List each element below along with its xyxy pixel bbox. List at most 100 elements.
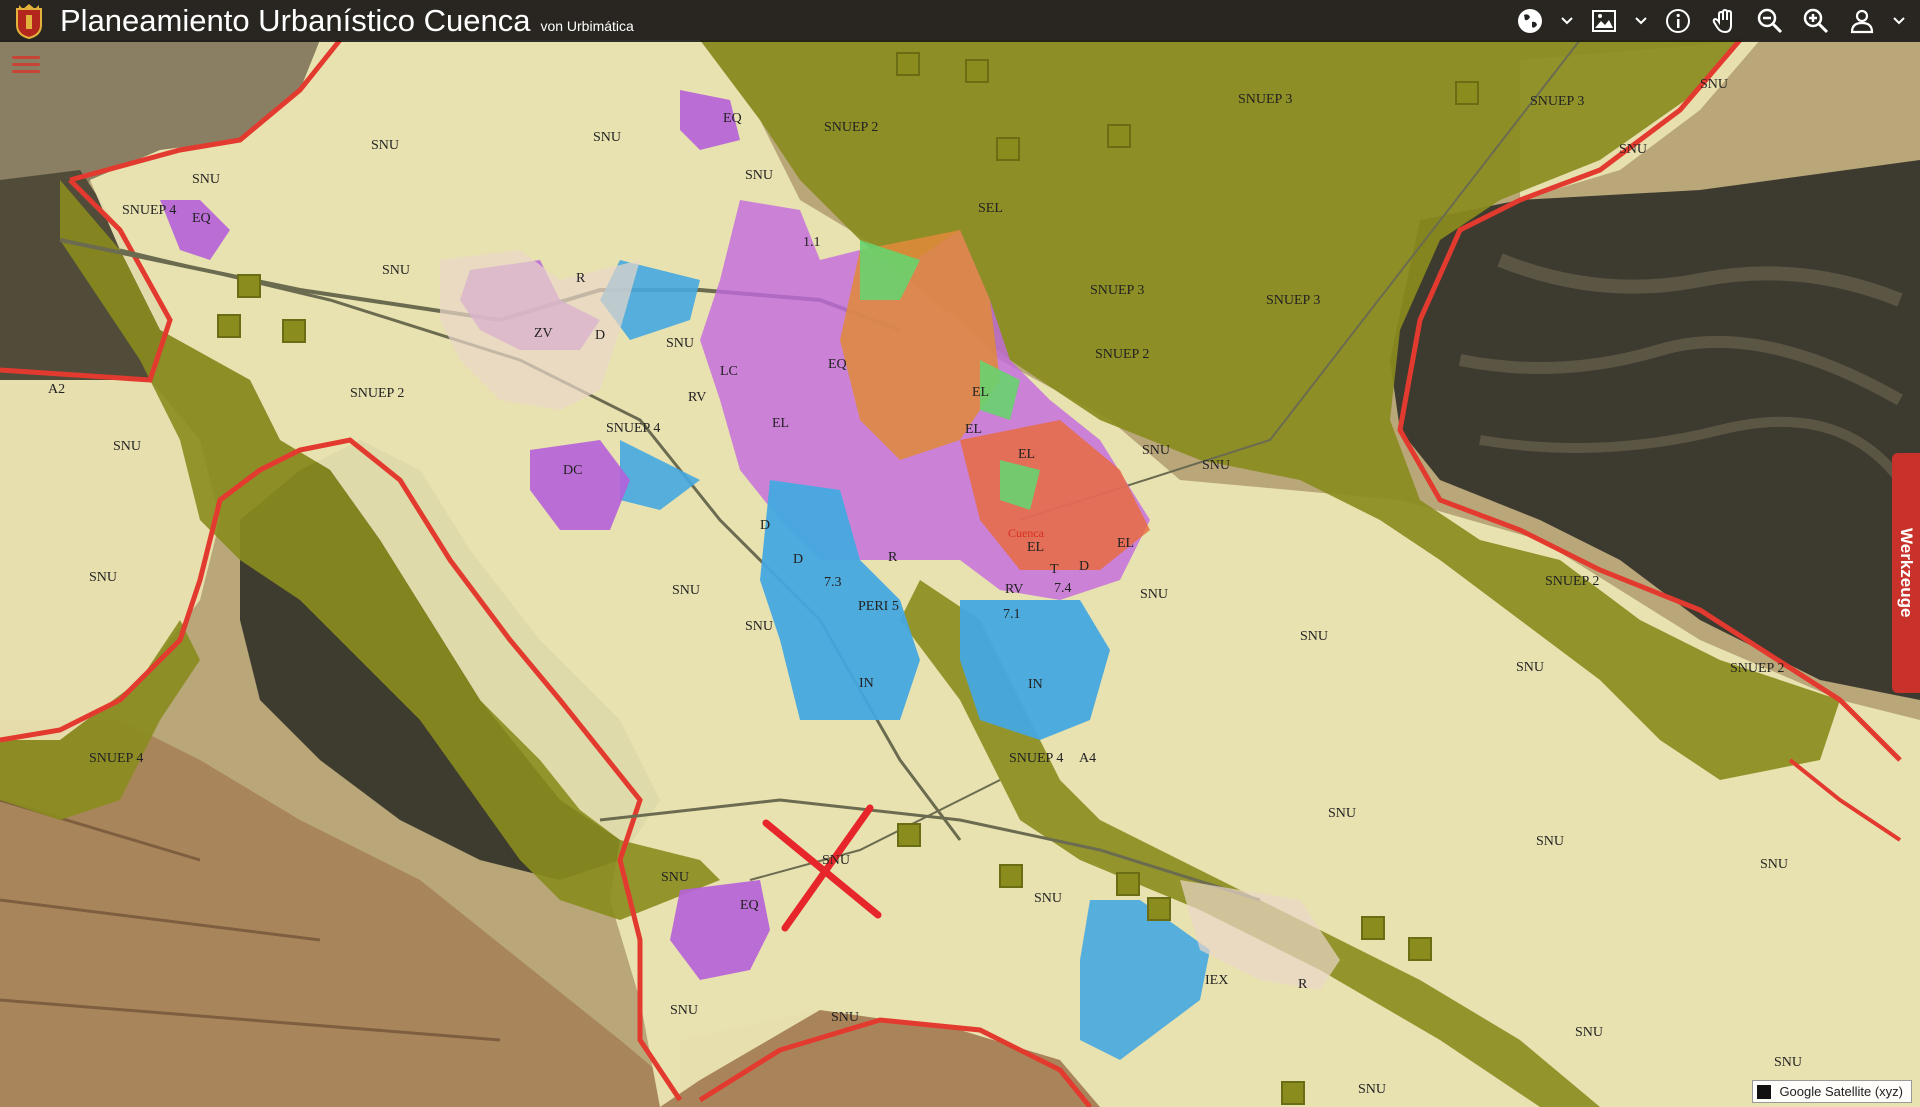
map-label-1-1: 1.1 (803, 235, 821, 250)
map-label-eq: EQ (192, 211, 211, 226)
map-label-r: R (1298, 977, 1308, 992)
plot-marker (896, 52, 920, 76)
map-label-eq: EQ (740, 898, 759, 913)
toolbar (1510, 0, 1910, 42)
map-label-el: EL (1027, 540, 1044, 555)
map-label-snu: SNU (1034, 891, 1062, 906)
map-label-city: Cuenca (1008, 526, 1045, 540)
map-label-snuep2: SNUEP 2 (1095, 347, 1149, 362)
map-label-snu: SNU (666, 336, 694, 351)
plot-marker (217, 314, 241, 338)
werkzeuge-label: Werkzeuge (1897, 528, 1916, 618)
user-icon[interactable] (1842, 3, 1882, 39)
map-label-snuep4: SNUEP 4 (606, 421, 660, 436)
map-label-snu: SNU (89, 570, 117, 585)
map-label-eq: EQ (723, 111, 742, 126)
map-label-snuep4: SNUEP 4 (122, 203, 176, 218)
map-label-t: T (1050, 562, 1059, 577)
plot-marker (996, 137, 1020, 161)
app-subtitle: von Urbimática (540, 18, 634, 34)
globe-icon[interactable] (1510, 3, 1550, 39)
zoom-in-icon[interactable] (1796, 3, 1836, 39)
map-label-snuep2: SNUEP 2 (1545, 574, 1599, 589)
plot-marker (965, 59, 989, 83)
map-label-el: EL (965, 422, 982, 437)
map-label-snu: SNU (113, 439, 141, 454)
chevron-down-icon[interactable] (1888, 3, 1910, 39)
map-label-snu: SNU (1140, 587, 1168, 602)
map-label-snu: SNU (670, 1003, 698, 1018)
map-label-snuep3: SNUEP 3 (1090, 283, 1144, 298)
map-label-snu: SNU (1202, 458, 1230, 473)
map-label-d: D (793, 552, 803, 567)
map-label-snuep2: SNUEP 2 (1730, 661, 1784, 676)
map-label-el: EL (972, 385, 989, 400)
map-label-lc: LC (720, 364, 738, 379)
map-label-el: EL (1117, 536, 1134, 551)
layer-attribution[interactable]: Google Satellite (xyz) (1752, 1080, 1912, 1103)
map-label-snuep4: SNUEP 4 (89, 751, 143, 766)
map-label-snu: SNU (745, 168, 773, 183)
menu-icon[interactable] (12, 52, 40, 76)
werkzeuge-side-tab[interactable]: Werkzeuge (1892, 453, 1920, 693)
map-label-zv: ZV (534, 326, 553, 341)
plot-marker (1361, 916, 1385, 940)
chevron-down-icon[interactable] (1556, 3, 1578, 39)
city-logo (12, 3, 46, 39)
map-label-7-1: 7.1 (1003, 607, 1021, 622)
map-label-snu: SNU (593, 130, 621, 145)
map-label-dc: DC (563, 463, 582, 478)
map-label-a4: A4 (1079, 751, 1096, 766)
map-label-snu: SNU (1328, 806, 1356, 821)
map-label-snu: SNU (192, 172, 220, 187)
pan-hand-icon[interactable] (1704, 3, 1744, 39)
plot-marker (1281, 1081, 1305, 1105)
zoom-out-icon[interactable] (1750, 3, 1790, 39)
map-label-r: R (576, 271, 586, 286)
industrial-zone-in-2 (960, 600, 1110, 740)
map-label-snu: SNU (1358, 1082, 1386, 1097)
plot-marker (237, 274, 261, 298)
map-label-el: EL (772, 416, 789, 431)
map-label-snuep2: SNUEP 2 (350, 386, 404, 401)
map-label-snu: SNU (1774, 1055, 1802, 1070)
map-label-snu: SNU (1142, 443, 1170, 458)
map-label-snu: SNU (822, 853, 850, 868)
map-label-snuep3: SNUEP 3 (1238, 92, 1292, 107)
map-label-snu: SNU (661, 870, 689, 885)
map-label-d: D (760, 518, 770, 533)
layer-swatch-icon (1757, 1084, 1772, 1099)
app-title: Planeamiento Urbanístico Cuenca (60, 3, 531, 38)
map-label-sel: SEL (978, 201, 1003, 216)
map-label-a2: A2 (48, 382, 65, 397)
map-label-snu: SNU (382, 263, 410, 278)
map-label-d: D (1079, 559, 1089, 574)
attribution-label: Google Satellite (xyz) (1779, 1084, 1903, 1099)
plot-marker (282, 319, 306, 343)
map-label-d: D (595, 328, 605, 343)
map-label-snuep3: SNUEP 3 (1266, 293, 1320, 308)
info-icon[interactable] (1658, 3, 1698, 39)
map-label-in: IN (859, 676, 874, 691)
map-label-snu: SNU (1619, 142, 1647, 157)
map-label-snuep2: SNUEP 2 (824, 120, 878, 135)
chevron-down-icon[interactable] (1630, 3, 1652, 39)
map-label-7-4: 7.4 (1054, 581, 1072, 596)
plot-marker (1408, 937, 1432, 961)
map-label-in: IN (1028, 677, 1043, 692)
map-label-rv: RV (688, 390, 706, 405)
image-layers-icon[interactable] (1584, 3, 1624, 39)
plot-marker (1116, 872, 1140, 896)
map-canvas[interactable]: SNU SNU SNU SNU SNU SNU SNU SNU SNU SNU … (0, 0, 1920, 1107)
header-bar: Planeamiento Urbanístico Cuenca von Urbi… (0, 0, 1920, 42)
map-label-snu: SNU (745, 619, 773, 634)
plot-marker (999, 864, 1023, 888)
map-label-snuep4: SNUEP 4 (1009, 751, 1063, 766)
map-label-iex: IEX (1205, 973, 1228, 988)
plot-marker (897, 823, 921, 847)
map-label-snu: SNU (371, 138, 399, 153)
map-label-snu: SNU (672, 583, 700, 598)
map-label-snu: SNU (1575, 1025, 1603, 1040)
map-label-snuep3: SNUEP 3 (1530, 94, 1584, 109)
plot-marker (1147, 897, 1171, 921)
